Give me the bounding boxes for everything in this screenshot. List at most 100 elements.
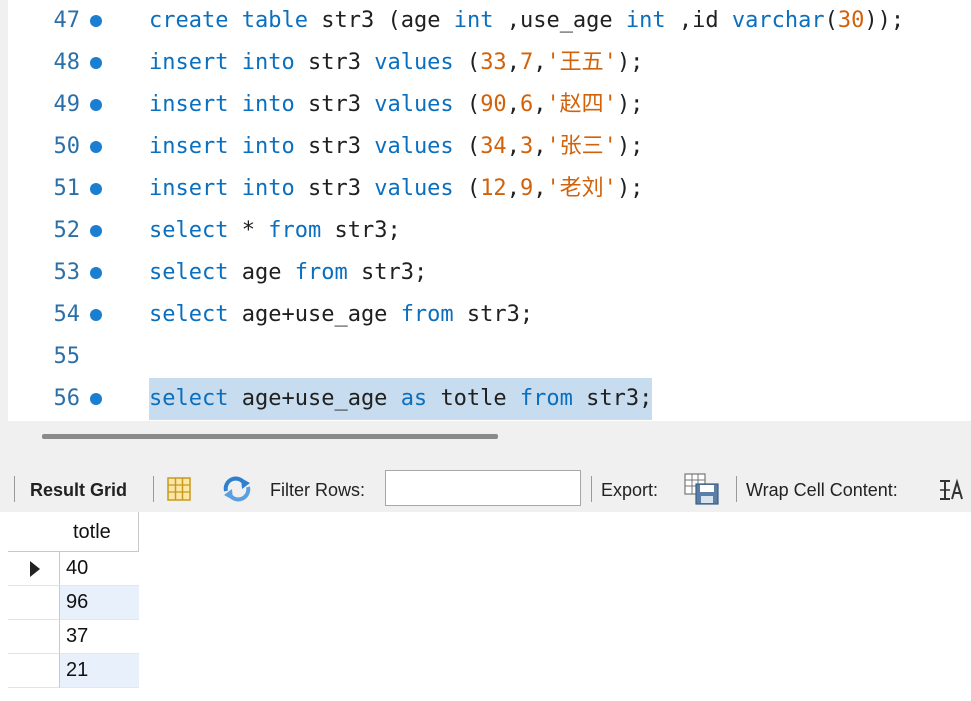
code-text: select age+use_age from str3; bbox=[149, 294, 533, 336]
statement-marker-icon[interactable] bbox=[90, 267, 102, 279]
statement-marker-icon[interactable] bbox=[90, 141, 102, 153]
code-line[interactable]: 50 insert into str3 values (34,3,'张三'); bbox=[8, 126, 971, 168]
code-line[interactable]: 48 insert into str3 values (33,7,'王五'); bbox=[8, 42, 971, 84]
code-line[interactable]: 49 insert into str3 values (90,6,'赵四'); bbox=[8, 84, 971, 126]
line-number: 49 bbox=[53, 92, 81, 117]
refresh-icon[interactable] bbox=[220, 475, 254, 503]
code-text: insert into str3 values (90,6,'赵四'); bbox=[149, 84, 643, 126]
code-token: varchar bbox=[731, 8, 825, 33]
code-token: age bbox=[400, 8, 441, 33]
code-token: ; bbox=[639, 386, 653, 411]
code-text: select * from str3; bbox=[149, 210, 401, 252]
grid-layout-icon[interactable] bbox=[165, 476, 193, 502]
horizontal-scrollbar[interactable] bbox=[42, 434, 498, 439]
code-token: 3 bbox=[519, 134, 534, 159]
statement-marker-icon[interactable] bbox=[90, 183, 102, 195]
code-token: values bbox=[374, 134, 454, 159]
result-grid-tab[interactable]: Result Grid bbox=[30, 479, 127, 501]
statement-marker-icon[interactable] bbox=[90, 393, 102, 405]
code-token: totle bbox=[440, 386, 507, 411]
line-number: 51 bbox=[53, 176, 81, 201]
table-cell[interactable]: 37 bbox=[60, 620, 139, 654]
line-number: 56 bbox=[53, 386, 81, 411]
code-token: as bbox=[400, 386, 428, 411]
code-token: ); bbox=[616, 176, 644, 201]
code-line[interactable]: 56 select age+use_age as totle from str3; bbox=[8, 378, 971, 420]
code-token: ( bbox=[453, 50, 481, 75]
code-token: ( bbox=[824, 8, 838, 33]
table-cell[interactable]: 96 bbox=[60, 586, 139, 620]
code-token: )); bbox=[864, 8, 905, 33]
code-token: age+use_age bbox=[241, 302, 388, 327]
toolbar-separator bbox=[591, 476, 592, 502]
code-token: select bbox=[149, 218, 229, 243]
filter-rows-input[interactable] bbox=[385, 470, 581, 506]
wrap-cell-icon[interactable] bbox=[938, 478, 966, 502]
statement-marker-icon[interactable] bbox=[90, 225, 102, 237]
code-text: insert into str3 values (12,9,'老刘'); bbox=[149, 168, 643, 210]
statement-marker-icon[interactable] bbox=[90, 309, 102, 321]
code-token: 34 bbox=[480, 134, 507, 159]
statement-marker-icon[interactable] bbox=[90, 57, 102, 69]
statement-marker-icon[interactable] bbox=[90, 99, 102, 111]
code-line[interactable]: 52 select * from str3; bbox=[8, 210, 971, 252]
code-line[interactable]: 55 bbox=[8, 336, 971, 378]
table-cell[interactable]: 21 bbox=[60, 654, 139, 688]
code-token: str3 bbox=[307, 92, 361, 117]
row-selector[interactable] bbox=[8, 620, 60, 654]
code-token: ); bbox=[616, 50, 644, 75]
code-token: str3 bbox=[321, 8, 375, 33]
code-line[interactable]: 47 create table str3 (age int ,use_age in… bbox=[8, 0, 971, 42]
code-token: , bbox=[506, 50, 520, 75]
code-line[interactable]: 53 select age from str3; bbox=[8, 252, 971, 294]
code-token: from bbox=[519, 386, 573, 411]
code-token: 7 bbox=[519, 50, 534, 75]
code-token: table bbox=[241, 8, 308, 33]
code-token: 30 bbox=[837, 8, 865, 33]
row-selector[interactable] bbox=[8, 654, 60, 688]
code-token: insert bbox=[149, 50, 229, 75]
sql-editor[interactable]: 47 create table str3 (age int ,use_age in… bbox=[0, 0, 971, 421]
code-token: into bbox=[241, 92, 295, 117]
code-token: age+use_age bbox=[241, 386, 388, 411]
row-selector[interactable] bbox=[8, 552, 60, 586]
column-header[interactable]: totle bbox=[59, 512, 139, 552]
code-token: , bbox=[533, 92, 547, 117]
code-token: 6 bbox=[519, 92, 534, 117]
line-number: 55 bbox=[53, 344, 81, 369]
code-token: 33 bbox=[480, 50, 507, 75]
code-token: ( bbox=[374, 8, 401, 33]
code-token: into bbox=[241, 50, 295, 75]
code-line[interactable]: 54 select age+use_age from str3; bbox=[8, 294, 971, 336]
selected-code: select age+use_age as totle from str3; bbox=[149, 378, 653, 420]
statement-marker-icon[interactable] bbox=[90, 15, 102, 27]
code-token: '王五' bbox=[546, 50, 617, 75]
code-line[interactable]: 51 insert into str3 values (12,9,'老刘'); bbox=[8, 168, 971, 210]
code-token: create bbox=[149, 8, 229, 33]
code-token: '老刘' bbox=[546, 176, 617, 201]
code-token: str3 bbox=[307, 176, 361, 201]
grid-corner bbox=[8, 512, 60, 552]
code-token: insert bbox=[149, 92, 229, 117]
row-selector[interactable] bbox=[8, 586, 60, 620]
export-icon[interactable] bbox=[684, 472, 722, 506]
code-token: , bbox=[506, 92, 520, 117]
code-text: select age from str3; bbox=[149, 252, 427, 294]
line-number: 52 bbox=[53, 218, 81, 243]
result-grid[interactable]: totle 40 96 37 21 bbox=[0, 512, 971, 701]
code-token: int bbox=[453, 8, 494, 33]
code-token: , bbox=[533, 50, 547, 75]
code-token: ); bbox=[616, 134, 644, 159]
table-cell[interactable]: 40 bbox=[60, 552, 139, 586]
